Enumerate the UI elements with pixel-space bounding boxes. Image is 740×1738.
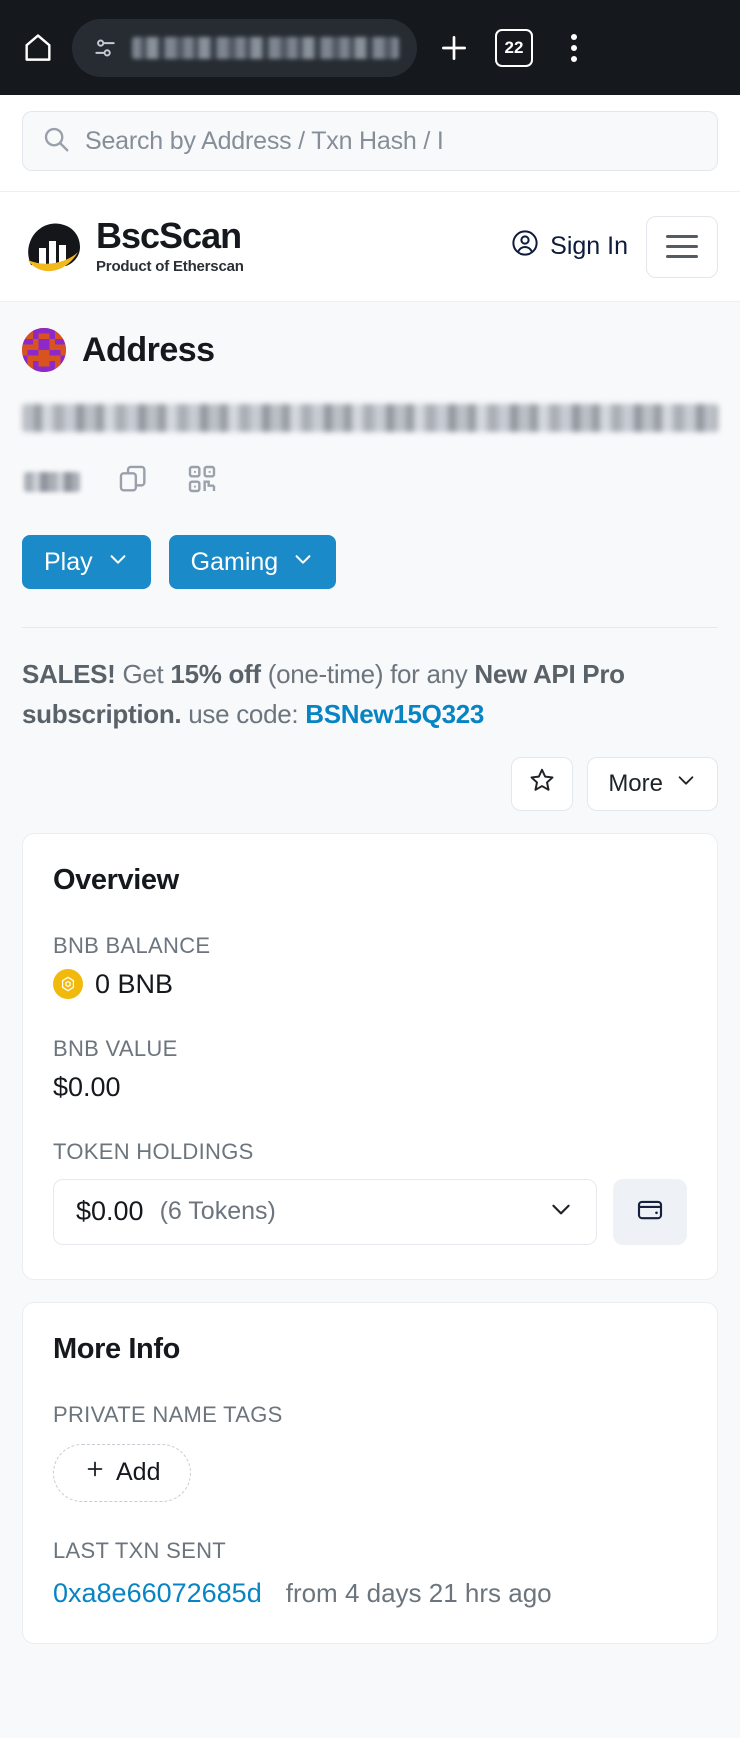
home-icon[interactable] [18, 28, 58, 68]
bnb-balance-label: BNB BALANCE [53, 932, 211, 958]
sales-lead: SALES! [22, 659, 116, 689]
brand-sub-prefix: Product of [96, 258, 173, 275]
chevron-down-icon [675, 769, 697, 798]
sales-text-3: use code: [181, 699, 306, 730]
qr-code-icon[interactable] [186, 463, 218, 500]
chevron-down-icon [548, 1196, 574, 1227]
account-circle-icon [510, 228, 540, 265]
chevron-down-icon [292, 548, 314, 577]
overview-card: Overview BNB BALANCE 0 BNB BNB VALUE $0.… [22, 832, 718, 1280]
brand-name: BscScan [96, 215, 242, 256]
bnb-coin-icon [53, 969, 83, 1000]
address-short-label-blurred [24, 471, 80, 492]
address-blockie-avatar [22, 328, 66, 372]
tag-button-play[interactable]: Play [22, 535, 151, 589]
address-tag-buttons: Play Gaming [22, 535, 718, 589]
overview-title: Overview [53, 863, 179, 896]
site-header: BscScan Product of Etherscan Sign In [0, 192, 740, 302]
address-section: Address Play Gaming [0, 302, 740, 589]
search-input[interactable]: Search by Address / Txn Hash / I [22, 111, 718, 171]
last-txn-sent-row: 0xa8e66072685d from 4 days 21 hrs ago [53, 1578, 687, 1609]
search-icon [41, 124, 71, 159]
sign-in-button[interactable]: Sign In [510, 228, 628, 265]
tab-counter-button[interactable]: 22 [491, 25, 537, 71]
tag-button-play-label: Play [44, 547, 93, 576]
address-hash-blurred [22, 404, 718, 432]
new-tab-button[interactable] [431, 25, 477, 71]
last-txn-hash-link[interactable]: 0xa8e66072685d [53, 1578, 262, 1609]
bnb-value-value: $0.00 [53, 1071, 121, 1102]
bnb-value-label: BNB VALUE [53, 1035, 178, 1061]
more-button[interactable]: More [587, 756, 718, 811]
address-actions [22, 462, 718, 501]
more-info-card: More Info PRIVATE NAME TAGS Add LAST TXN… [22, 1301, 718, 1644]
add-private-name-tag-label: Add [116, 1458, 161, 1487]
plus-icon [84, 1458, 106, 1487]
header-right: Sign In [510, 215, 718, 278]
page-root: 22 Search by Address / Txn Hash / I BscS… [0, 0, 740, 1738]
chevron-down-icon [107, 548, 129, 577]
token-holdings-row: $0.00 (6 Tokens) [53, 1178, 687, 1245]
bscscan-logo-icon [22, 216, 84, 278]
brand-sub-strong: Etherscan [172, 258, 244, 275]
address-title-row: Address [22, 328, 718, 372]
page-info-icon[interactable] [90, 33, 120, 63]
copy-icon[interactable] [116, 462, 150, 501]
page-title: Address [82, 330, 215, 369]
bscscan-logo[interactable]: BscScan Product of Etherscan [22, 216, 244, 278]
private-name-tags-label: PRIVATE NAME TAGS [53, 1401, 283, 1427]
bnb-balance-value: 0 BNB [95, 968, 174, 999]
token-holdings-dropdown[interactable]: $0.00 (6 Tokens) [53, 1178, 597, 1245]
hamburger-menu-icon[interactable] [646, 215, 718, 278]
sales-promo-code[interactable]: BSNew15Q323 [305, 699, 484, 729]
last-txn-age: from 4 days 21 hrs ago [285, 1577, 552, 1608]
sales-text-1: Get [115, 659, 171, 689]
tab-count-label: 22 [495, 28, 533, 67]
token-holdings-amount: $0.00 [76, 1196, 144, 1227]
address-action-row: More [0, 735, 740, 811]
token-holdings-label: TOKEN HOLDINGS [53, 1138, 254, 1164]
sales-banner: SALES! Get 15% off (one-time) for any Ne… [0, 628, 740, 735]
sign-in-label: Sign In [550, 232, 628, 260]
overflow-menu-icon[interactable] [551, 25, 597, 71]
add-private-name-tag-button[interactable]: Add [53, 1443, 192, 1502]
tag-button-gaming-label: Gaming [190, 547, 279, 576]
brand-subtitle: Product of Etherscan [96, 258, 244, 275]
bnb-balance-value-row: 0 BNB [53, 969, 687, 1000]
url-bar[interactable] [72, 18, 417, 77]
last-txn-sent-label: LAST TXN SENT [53, 1537, 227, 1563]
browser-toolbar: 22 [0, 0, 740, 95]
search-section: Search by Address / Txn Hash / I [0, 95, 740, 192]
wallet-button[interactable] [613, 1178, 687, 1245]
sales-discount: 15% off [170, 659, 261, 689]
wallet-icon [635, 1195, 665, 1228]
overflow-dots [571, 33, 577, 62]
tag-button-gaming[interactable]: Gaming [168, 535, 337, 589]
search-placeholder: Search by Address / Txn Hash / I [85, 126, 444, 155]
favorite-star-button[interactable] [511, 756, 574, 811]
sales-text-2: (one-time) for any [260, 659, 475, 689]
token-holdings-count: (6 Tokens) [159, 1197, 276, 1226]
more-button-label: More [608, 769, 663, 797]
star-outline-icon [528, 766, 556, 801]
url-text-blurred [132, 36, 399, 59]
more-info-title: More Info [53, 1332, 180, 1365]
